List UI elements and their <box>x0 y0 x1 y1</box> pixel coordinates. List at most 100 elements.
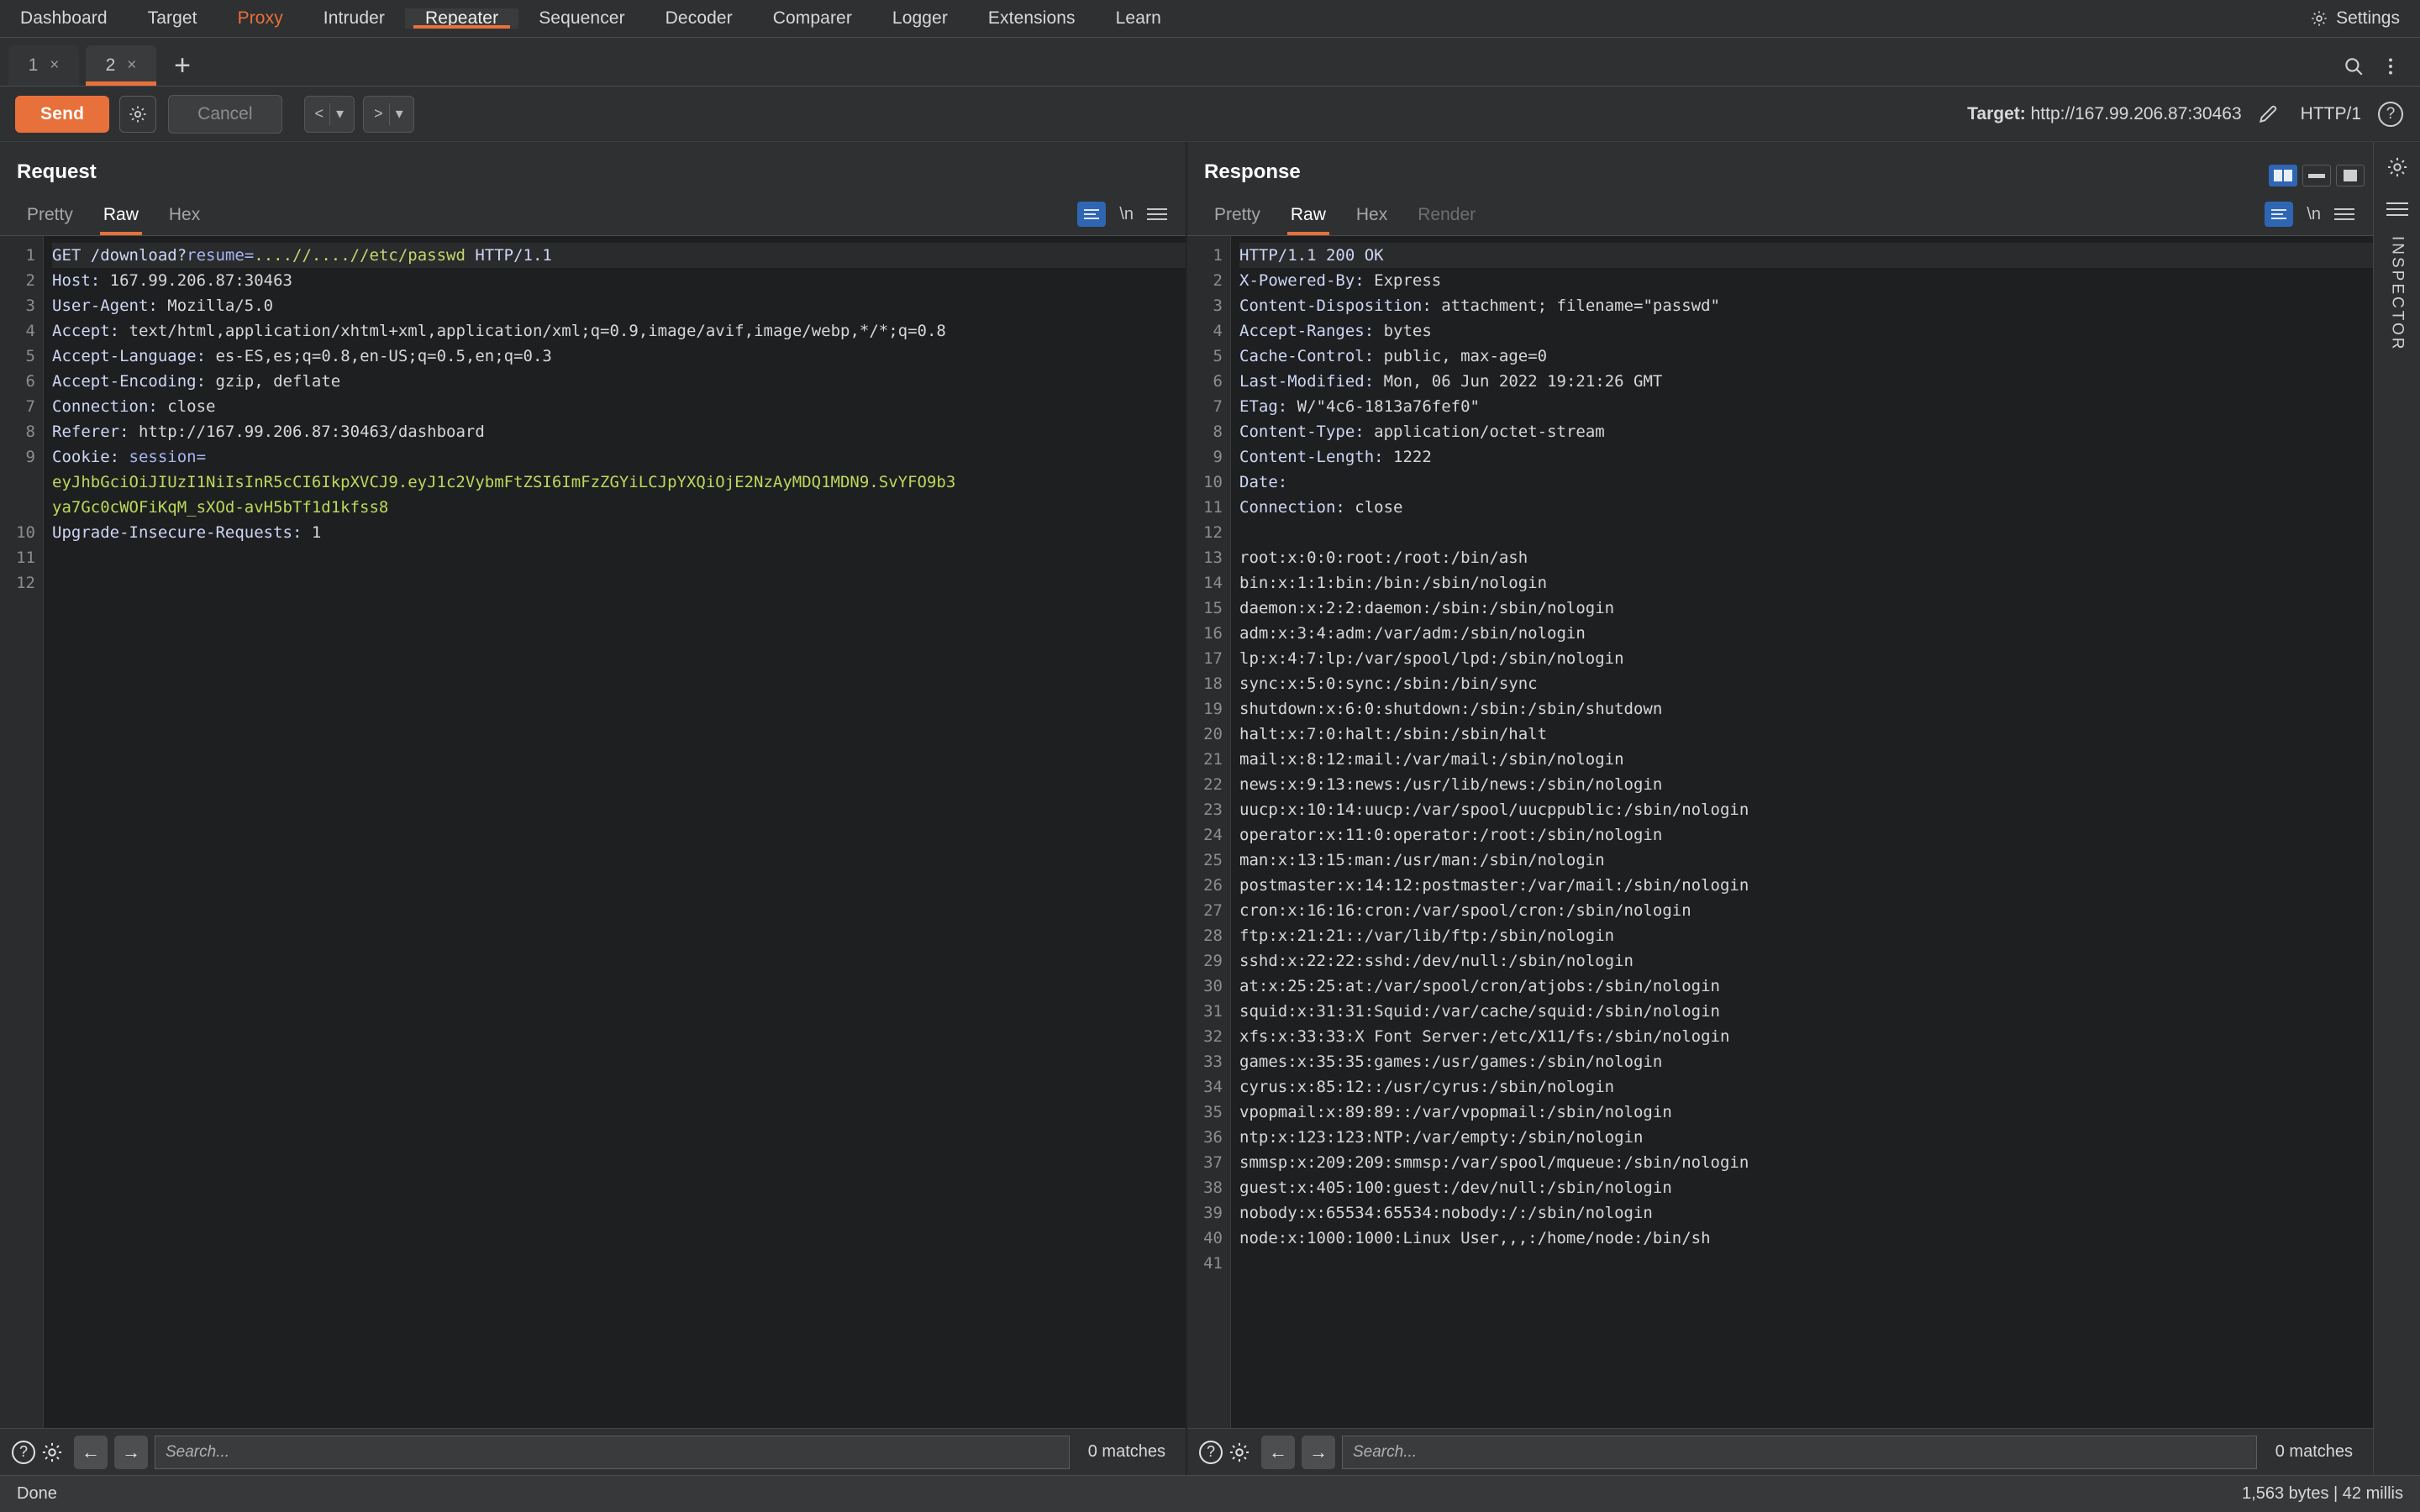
code-token: : <box>90 271 110 290</box>
line-number: 7 <box>1213 397 1223 416</box>
search-icon[interactable] <box>2343 55 2365 77</box>
request-tab-hex[interactable]: Hex <box>154 205 215 235</box>
overflow-menu-icon[interactable] <box>2380 55 2402 77</box>
word-wrap-icon[interactable] <box>1077 202 1107 227</box>
menu-item-target[interactable]: Target <box>128 8 218 29</box>
code-token: xfs:x:33:33:X Font Server:/etc/X11/fs:/s… <box>1239 1027 1730 1046</box>
history-forward-caret-icon[interactable]: ▾ <box>396 105 403 123</box>
target-display: Target: http://167.99.206.87:30463 <box>1967 104 2242 124</box>
code-line: User-Agent: Mozilla/5.0 <box>52 293 1186 318</box>
cancel-button[interactable]: Cancel <box>168 94 282 134</box>
request-tab-pretty[interactable]: Pretty <box>12 205 88 235</box>
send-button[interactable]: Send <box>15 95 110 133</box>
code-line: lp:x:4:7:lp:/var/spool/lpd:/sbin/nologin <box>1239 646 2373 671</box>
request-search-next-icon[interactable]: → <box>114 1435 148 1469</box>
request-search-help-icon[interactable]: ? <box>12 1440 35 1464</box>
response-search-next-icon[interactable]: → <box>1302 1435 1335 1469</box>
code-token: cron:x:16:16:cron:/var/spool/cron:/sbin/… <box>1239 901 1691 920</box>
help-icon[interactable]: ? <box>2378 101 2403 127</box>
add-tab-button[interactable]: + <box>163 45 202 86</box>
response-editor[interactable]: 1 2 3 4 5 6 7 8 9 10 11 12 13 14 15 16 17 18 19 20 21 22 23 24 2… <box>1187 236 2373 1428</box>
code-line: xfs:x:33:33:X Font Server:/etc/X11/fs:/s… <box>1239 1024 2373 1049</box>
close-icon[interactable]: × <box>127 56 136 75</box>
layout-split-horizontal-icon[interactable] <box>2302 165 2331 186</box>
request-editor[interactable]: 123456789 10 11 12 GET /download?resume=..… <box>0 236 1186 1428</box>
code-token: W/"4c6-1813a76fef0" <box>1297 397 1480 416</box>
response-line-numbers: 1 2 3 4 5 6 7 8 9 10 11 12 13 14 15 16 17 18 19 20 21 22 23 24 2… <box>1187 236 1231 1428</box>
code-line: postmaster:x:14:12:postmaster:/var/mail:… <box>1239 873 2373 898</box>
http-version-label[interactable]: HTTP/1 <box>2301 104 2361 124</box>
inspector-label[interactable]: INSPECTOR <box>2388 236 2407 352</box>
menu-item-learn[interactable]: Learn <box>1096 8 1181 29</box>
menu-item-sequencer[interactable]: Sequencer <box>518 8 644 29</box>
history-back-button[interactable]: < ▾ <box>303 95 355 133</box>
response-tab-hex[interactable]: Hex <box>1341 205 1402 235</box>
code-line: squid:x:31:31:Squid:/var/cache/squid:/sb… <box>1239 999 2373 1024</box>
settings-button[interactable]: Settings <box>2298 0 2420 37</box>
menu-item-decoder[interactable]: Decoder <box>645 8 753 29</box>
code-line: smmsp:x:209:209:smmsp:/var/spool/mqueue:… <box>1239 1150 2373 1175</box>
code-token: at:x:25:25:at:/var/spool/cron/atjobs:/sb… <box>1239 977 1720 995</box>
response-tab-raw[interactable]: Raw <box>1276 205 1341 235</box>
code-token: bin:x:1:1:bin:/bin:/sbin/nologin <box>1239 574 1548 592</box>
request-tab-raw[interactable]: Raw <box>88 205 154 235</box>
response-search-prev-icon[interactable]: ← <box>1261 1435 1295 1469</box>
response-search-settings-icon[interactable] <box>1228 1441 1251 1464</box>
line-number: 34 <box>1203 1078 1223 1096</box>
line-number: 15 <box>1203 599 1223 617</box>
response-newline-toggle[interactable]: \n <box>2307 205 2321 224</box>
repeater-tab-1[interactable]: 1 × <box>8 45 79 86</box>
response-tab-pretty[interactable]: Pretty <box>1199 205 1276 235</box>
request-search-input[interactable] <box>155 1435 1070 1469</box>
request-tab-tools: \n <box>1077 202 1186 235</box>
inspector-menu-icon[interactable] <box>2386 202 2408 216</box>
response-code[interactable]: HTTP/1.1 200 OK X-Powered-By: Express Cont… <box>1231 236 2373 1428</box>
menu-item-extensions[interactable]: Extensions <box>968 8 1096 29</box>
history-back-caret-icon[interactable]: ▾ <box>336 105 344 123</box>
code-line: cron:x:16:16:cron:/var/spool/cron:/sbin/… <box>1239 898 2373 923</box>
response-search-input[interactable] <box>1342 1435 2257 1469</box>
response-more-menu-icon[interactable] <box>2334 208 2354 220</box>
code-token: guest:x:405:100:guest:/dev/null:/sbin/no… <box>1239 1179 1672 1197</box>
code-token: bytes <box>1383 322 1432 340</box>
inspector-settings-gear-icon[interactable] <box>2386 155 2409 179</box>
menu-item-logger[interactable]: Logger <box>872 8 968 29</box>
menu-item-dashboard[interactable]: Dashboard <box>0 8 128 29</box>
close-icon[interactable]: × <box>50 56 59 75</box>
line-number: 35 <box>1203 1103 1223 1121</box>
layout-split-vertical-icon[interactable] <box>2269 165 2297 186</box>
line-number: 10 <box>16 523 35 542</box>
history-forward-button[interactable]: > ▾ <box>363 95 414 133</box>
code-token: GET /download? <box>52 246 187 265</box>
menu-item-intruder[interactable]: Intruder <box>303 8 405 29</box>
line-number: 9 <box>25 448 35 466</box>
code-token: session <box>129 448 197 466</box>
request-more-menu-icon[interactable] <box>1147 208 1167 220</box>
line-number: 17 <box>1203 649 1223 668</box>
menu-item-proxy[interactable]: Proxy <box>218 8 303 29</box>
repeater-tab-2[interactable]: 2 × <box>86 45 156 86</box>
request-newline-toggle[interactable]: \n <box>1119 205 1134 224</box>
code-token: : <box>109 448 129 466</box>
menu-item-repeater[interactable]: Repeater <box>404 8 519 29</box>
line-number: 20 <box>1203 725 1223 743</box>
code-token: ....//....//etc/passwd <box>254 246 466 265</box>
line-number: 28 <box>1203 927 1223 945</box>
send-options-gear-icon[interactable] <box>119 95 157 133</box>
layout-single-icon[interactable] <box>2336 165 2365 186</box>
inspector-rail: INSPECTOR <box>2373 142 2420 1475</box>
code-token: smmsp:x:209:209:smmsp:/var/spool/mqueue:… <box>1239 1153 1749 1172</box>
request-search-prev-icon[interactable]: ← <box>74 1435 108 1469</box>
line-number: 6 <box>25 372 35 391</box>
request-code[interactable]: GET /download?resume=....//....//etc/pas… <box>44 236 1186 1428</box>
word-wrap-icon[interactable] <box>2265 202 2294 227</box>
code-token: Referer <box>52 423 120 441</box>
code-token: : <box>1277 473 1288 491</box>
line-number: 30 <box>1203 977 1223 995</box>
response-search-help-icon[interactable]: ? <box>1199 1440 1223 1464</box>
menu-item-comparer[interactable]: Comparer <box>753 8 872 29</box>
code-token: Accept-Ranges <box>1239 322 1365 340</box>
edit-target-pencil-icon[interactable] <box>2257 103 2279 125</box>
code-line: ntp:x:123:123:NTP:/var/empty:/sbin/nolog… <box>1239 1125 2373 1150</box>
request-search-settings-icon[interactable] <box>40 1441 64 1464</box>
